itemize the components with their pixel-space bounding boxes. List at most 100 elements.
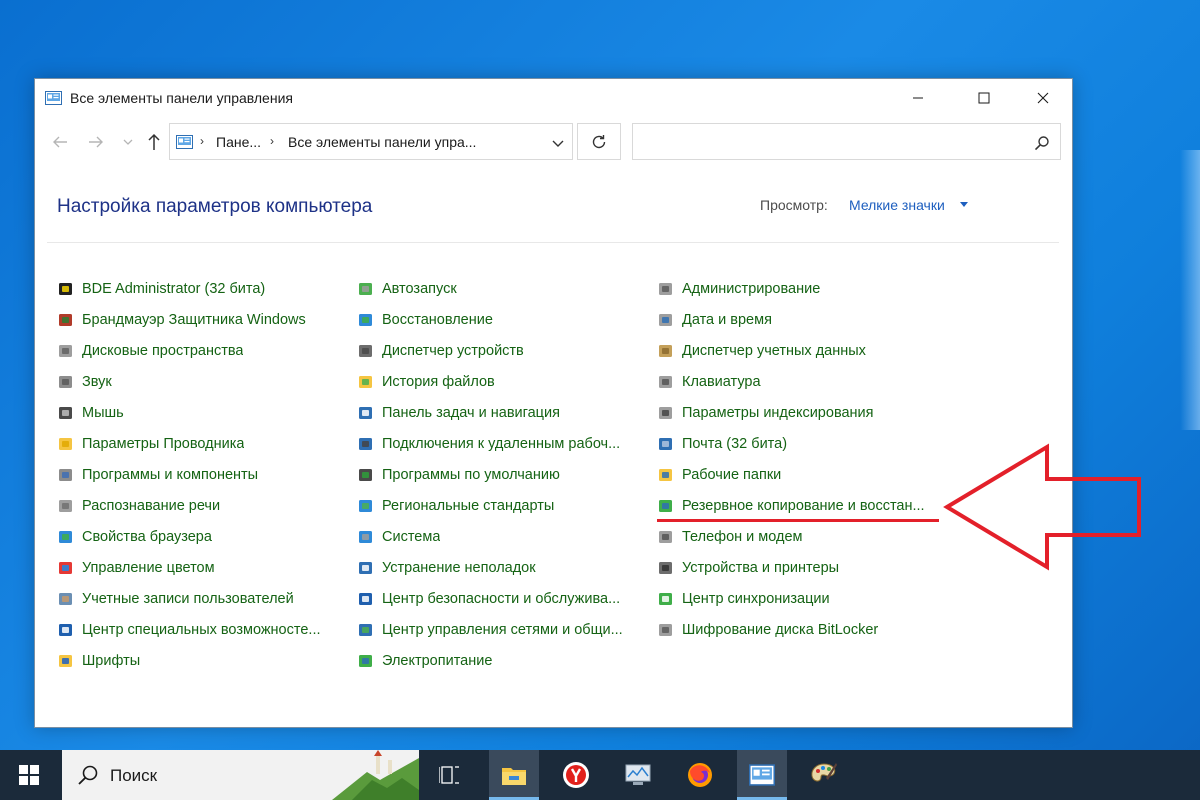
control-panel-item[interactable]: Восстановление — [357, 308, 493, 332]
paint-button[interactable] — [799, 750, 849, 800]
search-icon — [78, 765, 98, 785]
control-panel-item-label: Центр специальных возможносте... — [82, 622, 321, 638]
breadcrumb-control-panel[interactable]: Пане... — [216, 134, 261, 150]
default-programs-icon — [357, 466, 375, 484]
arrow-up-icon — [148, 133, 160, 150]
control-panel-item[interactable]: Рабочие папки — [657, 463, 781, 487]
yandex-browser-button[interactable] — [551, 750, 601, 800]
taskbar-icon — [357, 404, 375, 422]
control-panel-item-label: Параметры индексирования — [682, 405, 874, 421]
control-panel-item[interactable]: Диспетчер учетных данных — [657, 339, 866, 363]
control-panel-item-label: Резервное копирование и восстан... — [682, 498, 925, 514]
region-icon — [357, 497, 375, 515]
control-panel-item[interactable]: Устройства и принтеры — [657, 556, 839, 580]
control-panel-item[interactable]: Звук — [57, 370, 112, 394]
control-panel-item-label: История файлов — [382, 374, 495, 390]
control-panel-item-label: Дисковые пространства — [82, 343, 244, 359]
control-panel-item[interactable]: Дисковые пространства — [57, 339, 243, 363]
control-panel-item[interactable]: Подключения к удаленным рабоч... — [357, 432, 620, 456]
control-panel-item[interactable]: Программы и компоненты — [57, 463, 258, 487]
back-button[interactable] — [49, 129, 71, 155]
refresh-button[interactable] — [577, 123, 621, 160]
control-panel-item-label: Система — [382, 529, 441, 545]
control-panel-item[interactable]: Параметры индексирования — [657, 401, 874, 425]
control-panel-item[interactable]: Телефон и модем — [657, 525, 803, 549]
task-view-icon — [439, 766, 459, 784]
control-panel-item[interactable]: Клавиатура — [657, 370, 761, 394]
task-view-button[interactable] — [425, 750, 475, 800]
control-panel-item[interactable]: Система — [357, 525, 440, 549]
control-panel-item[interactable]: Автозапуск — [357, 277, 457, 301]
device-manager-icon — [357, 342, 375, 360]
control-panel-item[interactable]: Диспетчер устройств — [357, 339, 524, 363]
caret-down-icon[interactable] — [960, 202, 968, 207]
system-monitor-button[interactable] — [613, 750, 663, 800]
network-center-icon — [357, 621, 375, 639]
control-panel-item[interactable]: Электропитание — [357, 649, 492, 673]
printer-icon — [657, 559, 675, 577]
control-panel-item[interactable]: Управление цветом — [57, 556, 215, 580]
minimize-icon — [913, 97, 923, 99]
control-panel-taskbar-button[interactable] — [737, 750, 787, 800]
programs-icon — [57, 466, 75, 484]
control-panel-item-label: Управление цветом — [82, 560, 215, 576]
control-panel-item[interactable]: Центр синхронизации — [657, 587, 830, 611]
control-panel-item-label: Центр синхронизации — [682, 591, 830, 607]
control-panel-item[interactable]: Центр управления сетями и общи... — [357, 618, 623, 642]
mouse-icon — [57, 404, 75, 422]
address-bar[interactable]: › Пане... › Все элементы панели упра... — [169, 123, 573, 160]
control-panel-item[interactable]: BDE Administrator (32 бита) — [57, 277, 265, 301]
control-panel-item[interactable]: История файлов — [357, 370, 495, 394]
breadcrumb-all-items[interactable]: Все элементы панели упра... — [288, 134, 476, 150]
control-panel-item[interactable]: Центр специальных возможносте... — [57, 618, 321, 642]
autoplay-icon — [357, 280, 375, 298]
control-panel-item-label: Программы и компоненты — [82, 467, 259, 483]
control-panel-item[interactable]: Региональные стандарты — [357, 494, 554, 518]
search-highlight-illustration-icon — [332, 750, 419, 800]
user-accounts-icon — [57, 590, 75, 608]
maximize-icon — [978, 92, 990, 104]
control-panel-item[interactable]: Дата и время — [657, 308, 772, 332]
breadcrumb-separator-icon[interactable]: › — [270, 134, 274, 148]
maximize-button[interactable] — [955, 79, 1013, 117]
annotation-arrow-icon — [943, 443, 1141, 571]
control-panel-item[interactable]: Администрирование — [657, 277, 820, 301]
control-panel-item[interactable]: Устранение неполадок — [357, 556, 536, 580]
chevron-down-icon[interactable] — [550, 136, 566, 150]
minimize-button[interactable] — [889, 79, 947, 117]
title-bar[interactable]: Все элементы панели управления — [35, 79, 1072, 117]
control-panel-window: Все элементы панели управления › Пане... — [34, 78, 1141, 728]
control-panel-item[interactable]: Брандмауэр Защитника Windows — [57, 308, 306, 332]
control-panel-item[interactable]: Распознавание речи — [57, 494, 220, 518]
control-panel-item[interactable]: Учетные записи пользователей — [57, 587, 294, 611]
control-panel-item-label: Панель задач и навигация — [382, 405, 560, 421]
taskbar-search[interactable]: Поиск — [62, 750, 419, 800]
close-button[interactable] — [1014, 79, 1072, 117]
control-panel-item-label: Региональные стандарты — [382, 498, 555, 514]
control-panel-item-label: Автозапуск — [382, 281, 457, 297]
control-panel-item[interactable]: Параметры Проводника — [57, 432, 244, 456]
control-panel-item[interactable]: Программы по умолчанию — [357, 463, 560, 487]
up-button[interactable] — [143, 129, 165, 155]
annotation-underline — [657, 519, 939, 522]
firefox-button[interactable] — [675, 750, 725, 800]
forward-button[interactable] — [85, 129, 107, 155]
search-input[interactable] — [632, 123, 1061, 160]
view-mode-dropdown[interactable]: Мелкие значки — [849, 197, 945, 213]
start-button[interactable] — [0, 750, 58, 800]
microphone-icon — [57, 497, 75, 515]
control-panel-item[interactable]: Резервное копирование и восстан... — [657, 494, 925, 518]
control-panel-item[interactable]: Мышь — [57, 401, 124, 425]
divider — [47, 242, 1059, 243]
control-panel-item[interactable]: Свойства браузера — [57, 525, 212, 549]
control-panel-item[interactable]: Почта (32 бита) — [657, 432, 787, 456]
breadcrumb-separator-icon[interactable]: › — [200, 134, 204, 148]
sync-center-icon — [657, 590, 675, 608]
control-panel-item[interactable]: Центр безопасности и обслужива... — [357, 587, 620, 611]
control-panel-item[interactable]: Шифрование диска BitLocker — [657, 618, 878, 642]
view-label: Просмотр: — [760, 197, 828, 213]
recent-locations-button[interactable] — [121, 129, 135, 155]
control-panel-item[interactable]: Панель задач и навигация — [357, 401, 560, 425]
file-explorer-button[interactable] — [489, 750, 539, 800]
control-panel-item[interactable]: Шрифты — [57, 649, 140, 673]
